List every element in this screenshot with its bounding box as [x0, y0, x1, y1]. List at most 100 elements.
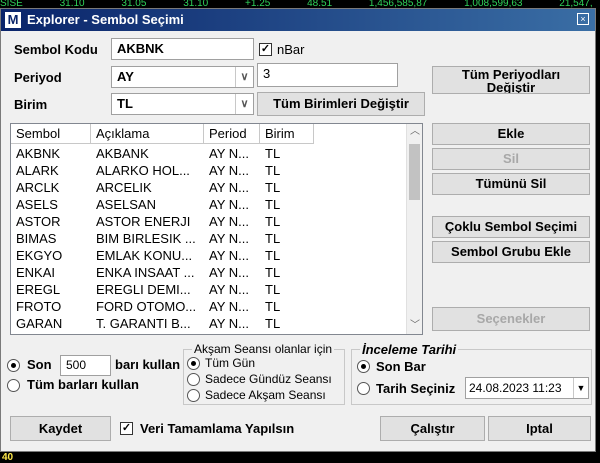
scrollbar-thumb[interactable]	[409, 144, 420, 200]
delete-button[interactable]: Sil	[432, 148, 590, 170]
change-all-units-button[interactable]: Tüm Birimleri Değiştir	[257, 92, 425, 116]
day-session-radio[interactable]	[187, 373, 200, 386]
table-row[interactable]: FROTO FORD OTOMO... AY N... TL	[11, 298, 407, 315]
last-bars-count-input[interactable]: 500	[60, 355, 111, 376]
cell-period: AY N...	[209, 180, 249, 195]
column-header-period[interactable]: Period	[204, 124, 260, 144]
ticker-text: +1.25	[245, 0, 271, 8]
multi-symbol-select-button[interactable]: Çoklu Sembol Seçimi	[432, 216, 590, 238]
change-all-periods-line2: Değiştir	[486, 80, 536, 94]
column-header-symbol[interactable]: Sembol	[11, 124, 91, 144]
cell-symbol: BIMAS	[16, 231, 57, 246]
all-bars-label: Tüm barları kullan	[27, 377, 139, 392]
table-row[interactable]: GARAN T. GARANTI B... AY N... TL	[11, 315, 407, 332]
table-row[interactable]: EKGYO EMLAK KONU... AY N... TL	[11, 247, 407, 264]
cell-description: ENKA INSAAT ...	[96, 265, 195, 280]
period-select[interactable]: AY ∨	[111, 66, 254, 88]
ticker-text: 21,547,	[559, 0, 593, 8]
ticker-text: 1,008,599,63	[464, 0, 523, 8]
day-session-label: Sadece Gündüz Seansı	[205, 372, 332, 386]
cell-description: EREGLI DEMI...	[96, 282, 191, 297]
last-bars-label: Son	[27, 357, 52, 372]
cell-unit: TL	[265, 163, 281, 178]
cell-unit: TL	[265, 231, 281, 246]
delete-all-button[interactable]: Tümünü Sil	[432, 173, 590, 195]
add-symbol-group-button[interactable]: Sembol Grubu Ekle	[432, 241, 590, 263]
cell-description: AKBANK	[96, 146, 149, 161]
evening-session-title: Akşam Seansı olanlar için	[192, 342, 335, 356]
evening-session-group: Akşam Seansı olanlar için Tüm Gün Sadece…	[183, 342, 345, 405]
title-bar[interactable]: M Explorer - Sembol Seçimi ×	[1, 9, 595, 31]
cancel-button[interactable]: Iptal	[488, 416, 591, 441]
evening-session-label: Sadece Akşam Seansı	[205, 388, 326, 402]
date-picker-value: 24.08.2023 11:23	[469, 381, 562, 395]
last-bar-label: Son Bar	[376, 359, 426, 374]
last-bars-radio[interactable]	[7, 359, 20, 372]
date-picker[interactable]: 24.08.2023 11:23 ▼	[465, 377, 589, 399]
choose-date-radio[interactable]	[357, 382, 370, 395]
ticker-text: 1,456,585,87	[368, 0, 428, 8]
save-button[interactable]: Kaydet	[10, 416, 111, 441]
table-row[interactable]: AKBNK AKBANK AY N... TL	[11, 145, 407, 162]
table-row[interactable]: EREGL EREGLI DEMI... AY N... TL	[11, 281, 407, 298]
cell-period: AY N...	[209, 265, 249, 280]
change-all-periods-button[interactable]: Tüm Periyodları Değiştir	[432, 66, 590, 94]
ticker-text: 48.51	[307, 0, 333, 8]
ticker-text: 31.05	[121, 0, 147, 8]
list-scrollbar[interactable]: ︿ ﹀	[406, 124, 422, 334]
symbol-code-input[interactable]: AKBNK	[111, 38, 254, 60]
chevron-down-icon[interactable]: ∨	[235, 67, 253, 87]
evening-session-radio[interactable]	[187, 389, 200, 402]
background-bottom-value: 40	[2, 452, 14, 463]
full-day-radio[interactable]	[187, 357, 200, 370]
cell-unit: TL	[265, 248, 281, 263]
cell-period: AY N...	[209, 248, 249, 263]
close-icon[interactable]: ×	[577, 13, 589, 25]
cell-unit: TL	[265, 146, 281, 161]
table-row[interactable]: ALARK ALARKO HOL... AY N... TL	[11, 162, 407, 179]
table-row[interactable]: ENKAI ENKA INSAAT ... AY N... TL	[11, 264, 407, 281]
run-button[interactable]: Çalıştır	[380, 416, 485, 441]
table-row[interactable]: ARCLK ARCELIK AY N... TL	[11, 179, 407, 196]
cell-unit: TL	[265, 214, 281, 229]
table-row[interactable]: BIMAS BIM BIRLESIK ... AY N... TL	[11, 230, 407, 247]
dropdown-arrow-icon[interactable]: ▼	[573, 378, 588, 398]
chevron-down-icon[interactable]: ∨	[235, 94, 253, 114]
cell-symbol: AKBNK	[16, 146, 61, 161]
period-label: Periyod	[14, 70, 62, 85]
table-row[interactable]: ASELS ASELSAN AY N... TL	[11, 196, 407, 213]
symbol-code-label: Sembol Kodu	[14, 42, 98, 57]
last-bar-radio[interactable]	[357, 360, 370, 373]
cell-period: AY N...	[209, 282, 249, 297]
nbar-count-input[interactable]: 3	[257, 63, 398, 87]
nbar-checkbox[interactable]: ✓	[259, 43, 272, 56]
cell-period: AY N...	[209, 197, 249, 212]
scroll-up-icon[interactable]: ︿	[407, 124, 422, 140]
list-header: Sembol Açıklama Period Birim	[11, 124, 407, 144]
cell-description: ALARKO HOL...	[96, 163, 190, 178]
scroll-down-icon[interactable]: ﹀	[407, 318, 422, 334]
full-day-label: Tüm Gün	[205, 356, 256, 370]
cell-symbol: ARCLK	[16, 180, 60, 195]
unit-select[interactable]: TL ∨	[111, 93, 254, 115]
column-header-unit[interactable]: Birim	[260, 124, 314, 144]
cell-period: AY N...	[209, 316, 249, 331]
all-bars-radio[interactable]	[7, 379, 20, 392]
symbol-list[interactable]: Sembol Açıklama Period Birim AKBNK AKBANK…	[10, 123, 423, 335]
complete-data-checkbox[interactable]: ✓	[120, 422, 133, 435]
column-header-description[interactable]: Açıklama	[91, 124, 204, 144]
cell-symbol: ASTOR	[16, 214, 61, 229]
cell-symbol: EREGL	[16, 282, 61, 297]
cell-description: BIM BIRLESIK ...	[96, 231, 196, 246]
options-button[interactable]: Seçenekler	[432, 307, 590, 331]
cell-description: ASTOR ENERJI	[96, 214, 191, 229]
add-button[interactable]: Ekle	[432, 123, 590, 145]
cell-period: AY N...	[209, 214, 249, 229]
cell-unit: TL	[265, 265, 281, 280]
cell-period: AY N...	[209, 146, 249, 161]
ticker-text: SISE	[0, 0, 23, 8]
table-row[interactable]: ASTOR ASTOR ENERJI AY N... TL	[11, 213, 407, 230]
unit-select-value: TL	[117, 96, 133, 111]
cell-period: AY N...	[209, 231, 249, 246]
cell-description: T. GARANTI B...	[96, 316, 191, 331]
